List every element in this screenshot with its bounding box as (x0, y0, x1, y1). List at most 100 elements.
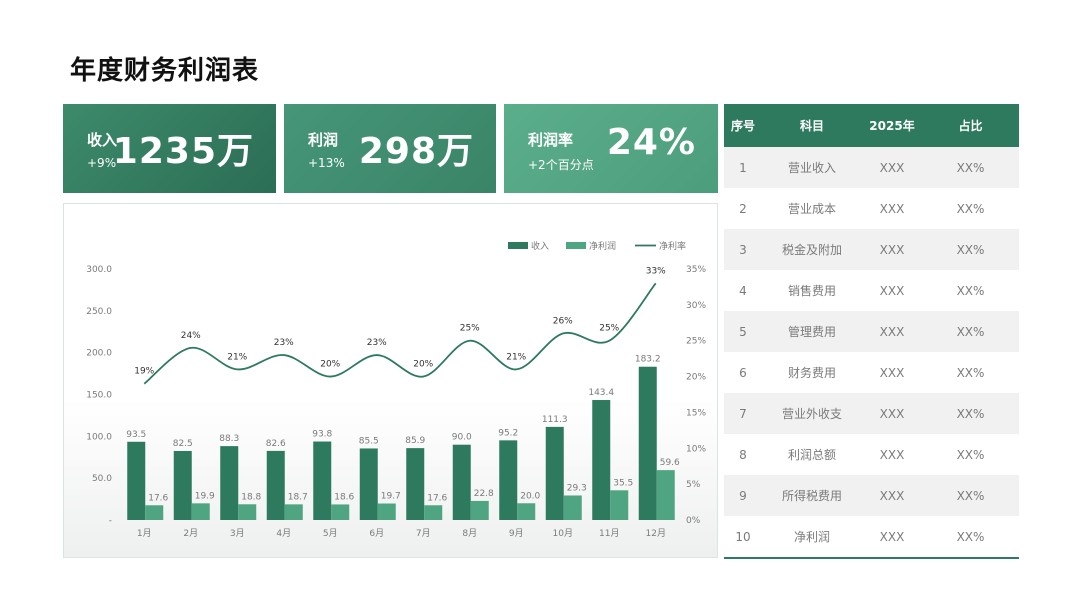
x-tick-label: 9月 (509, 528, 524, 539)
y-right-tick-label: 20% (686, 373, 706, 383)
page-title: 年度财务利润表 (70, 56, 260, 86)
line-point-label: 23% (274, 338, 294, 348)
bar-profit-label: 19.9 (195, 491, 215, 501)
legend-swatch-profit (566, 242, 586, 249)
kpi-card-income: 收入 +9% 1235万 (63, 104, 276, 193)
bar-income-label: 82.6 (266, 439, 286, 449)
x-tick-label: 1月 (137, 528, 152, 539)
kpi-change: +9% (87, 156, 117, 170)
bar-profit (610, 490, 629, 520)
bar-profit-label: 17.6 (148, 493, 168, 503)
table-cell: 10 (735, 529, 751, 544)
table-cell: XXX (879, 201, 905, 216)
x-tick-label: 11月 (599, 528, 619, 539)
y-left-tick-label: 100.0 (86, 432, 112, 442)
header-cell: 占比 (958, 119, 983, 133)
bar-profit (563, 495, 582, 520)
bar-profit (656, 470, 675, 520)
bar-income-label: 111.3 (542, 415, 568, 425)
table-cell: XX% (956, 283, 985, 298)
line-point-label: 21% (227, 352, 247, 362)
line-point-label: 23% (367, 338, 387, 348)
line-point-label: 19% (134, 367, 154, 377)
table-cell: XXX (879, 324, 905, 339)
table-cell: 营业收入 (787, 161, 836, 175)
bar-income (406, 448, 425, 520)
table-cell: 2 (739, 201, 747, 216)
table-cell: XX% (956, 201, 985, 216)
bar-income-label: 90.0 (452, 433, 472, 443)
x-tick-label: 7月 (416, 528, 431, 539)
table-cell: XX% (956, 488, 985, 503)
kpi-change: +13% (308, 156, 345, 170)
header-cell: 2025年 (869, 119, 915, 133)
bar-profit-label: 20.0 (520, 491, 540, 501)
x-tick-label: 3月 (230, 528, 245, 539)
line-point-label: 26% (553, 317, 573, 327)
table-row: 6 财务费用 XXX XX% (724, 352, 1019, 393)
table-cell: 5 (739, 324, 747, 339)
bar-profit-label: 19.7 (381, 492, 401, 502)
table-row: 4 销售费用 XXX XX% (724, 270, 1019, 311)
table-cell: XX% (956, 529, 985, 544)
chart-canvas: - 50.0 100.0 150.0 200.0 250.0 300.0 0% 5% 10% 15%… (86, 240, 706, 539)
table-row: 8 利润总额 XXX XX% (724, 434, 1019, 475)
x-tick-label: 8月 (462, 528, 477, 539)
table-row: 9 所得税费用 XXX XX% (724, 475, 1019, 516)
header-cell: 序号 (730, 119, 755, 133)
table-cell: XX% (956, 447, 985, 462)
legend-label-income: 收入 (531, 240, 549, 252)
y-right-tick-label: 10% (686, 444, 706, 454)
table-cell: 1 (739, 160, 747, 175)
table-cell: 6 (739, 365, 747, 380)
combo-chart: - 50.0 100.0 150.0 200.0 250.0 300.0 0% 5% 10% 15%… (63, 203, 718, 558)
y-left-tick-label: 200.0 (86, 349, 112, 359)
table-cell: 4 (739, 283, 747, 298)
bar-profit-label: 29.3 (567, 483, 587, 493)
bar-income (220, 446, 239, 520)
y-left-tick-label: - (109, 516, 112, 526)
legend-label-margin: 净利率 (659, 240, 686, 252)
table-cell: 9 (739, 488, 747, 503)
line-point-label: 24% (181, 331, 201, 341)
bar-income-label: 85.5 (359, 436, 379, 446)
bar-profit-label: 22.8 (474, 489, 494, 499)
bar-income-label: 88.3 (219, 434, 239, 444)
bar-income (313, 441, 332, 520)
kpi-change: +2个百分点 (528, 158, 594, 172)
bar-profit (331, 504, 350, 520)
table-body: 1 营业收入 XXX XX% 2 营业成本 XXX XX% 3 税金及附加 XXX XX% 4 销售费用 X… (724, 147, 1019, 557)
y-right-tick-label: 35% (686, 265, 706, 275)
table-cell: XX% (956, 406, 985, 421)
legend-label-profit: 净利润 (589, 240, 616, 252)
x-tick-label: 10月 (553, 528, 573, 539)
bar-income-label: 85.9 (405, 436, 425, 446)
line-point-label: 21% (506, 352, 526, 362)
line-net-margin (143, 282, 657, 385)
x-tick-label: 2月 (183, 528, 198, 539)
bar-profit-label: 18.6 (334, 492, 354, 502)
table-cell: XXX (879, 242, 905, 257)
table-header: 序号 科目 2025年 占比 (724, 104, 1019, 147)
bar-profit-label: 18.7 (288, 492, 308, 502)
bar-income (545, 426, 564, 520)
bar-profit (470, 500, 489, 520)
y-right-tick-label: 15% (686, 408, 706, 418)
kpi-value: 1235万 (112, 131, 254, 172)
table-cell: 销售费用 (787, 284, 836, 298)
table-cell: 营业成本 (787, 202, 836, 216)
y-left-tick-label: 150.0 (86, 391, 112, 401)
table-cell: 营业外收支 (781, 407, 842, 421)
bar-income (359, 448, 378, 520)
y-left-tick-label: 250.0 (86, 307, 112, 317)
bar-income (127, 441, 146, 520)
bar-income (266, 450, 285, 520)
table-row: 10 净利润 XXX XX% (724, 516, 1019, 557)
table-row: 3 税金及附加 XXX XX% (724, 229, 1019, 270)
kpi-card-profit: 利润 +13% 298万 (284, 104, 496, 193)
table-row: 2 营业成本 XXX XX% (724, 188, 1019, 229)
y-left-tick-label: 300.0 (86, 265, 112, 275)
bar-income-label: 93.5 (126, 430, 146, 440)
x-tick-label: 5月 (323, 528, 338, 539)
table-cell: XXX (879, 160, 905, 175)
